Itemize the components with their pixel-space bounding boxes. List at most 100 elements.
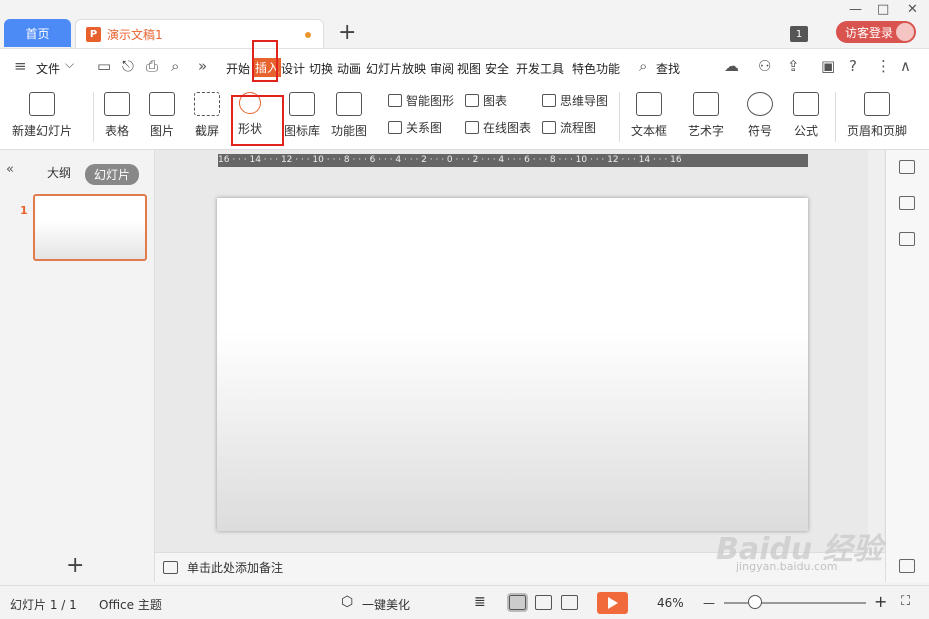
document-title: 演示文稿1 (107, 27, 163, 42)
tab-features[interactable]: 特色功能 (572, 60, 620, 77)
slide-canvas[interactable] (217, 198, 808, 531)
table-button[interactable]: 表格 (104, 92, 130, 139)
right-task-pane (885, 150, 929, 582)
zoom-slider[interactable] (724, 602, 866, 604)
properties-icon[interactable] (899, 160, 915, 174)
fit-window-icon[interactable]: ⛶ (901, 594, 910, 609)
relation-chart-button[interactable]: 关系图 (388, 119, 442, 136)
formula-button[interactable]: 公式 (793, 92, 819, 139)
play-slideshow-button[interactable] (597, 592, 628, 614)
tab-transition[interactable]: 切换 (309, 60, 333, 77)
notes-toggle-icon[interactable]: ≣ (474, 594, 486, 610)
zoom-level[interactable]: 46% (657, 596, 684, 610)
sorter-view-icon[interactable] (535, 595, 552, 610)
print-icon[interactable]: ⎙ (146, 57, 158, 75)
screenshot-button[interactable]: 截屏 (194, 92, 220, 139)
ribbon-divider (93, 92, 94, 142)
text-box-button[interactable]: 文本框 (631, 92, 667, 139)
function-chart-icon (336, 92, 362, 116)
online-chart-button[interactable]: 在线图表 (465, 119, 531, 136)
icon-library-button[interactable]: 图标库 (284, 92, 320, 139)
word-art-button[interactable]: 艺术字 (688, 92, 724, 139)
tab-slides[interactable]: 幻灯片 (85, 164, 140, 185)
chevron-down-icon[interactable]: ⌵ (65, 57, 74, 72)
ribbon-divider (835, 92, 836, 142)
add-slide-button[interactable]: + (66, 553, 84, 578)
flowchart-label: 流程图 (560, 121, 597, 135)
pi-icon (793, 92, 819, 116)
online-chart-label: 在线图表 (483, 121, 532, 135)
theme-name[interactable]: Office 主题 (99, 596, 162, 613)
tab-document[interactable]: P 演示文稿1 (75, 19, 324, 48)
zoom-out-button[interactable]: — (703, 596, 715, 610)
new-slide-icon (29, 92, 55, 116)
symbol-button[interactable]: 符号 (747, 92, 773, 139)
reading-view-icon[interactable] (561, 595, 578, 610)
mind-map-label: 思维导图 (560, 94, 609, 108)
animation-icon[interactable] (899, 196, 915, 210)
tab-security[interactable]: 安全 (485, 60, 509, 77)
share-icon[interactable]: ⇪ (787, 57, 800, 75)
zoom-slider-handle[interactable] (748, 595, 762, 609)
maximize-button[interactable]: □ (877, 2, 889, 17)
icon-library-label: 图标库 (284, 124, 321, 138)
presentation-icon: P (86, 26, 101, 42)
collapse-ribbon-icon[interactable]: ∧ (900, 57, 911, 75)
mind-map-button[interactable]: 思维导图 (542, 92, 608, 109)
function-chart-button[interactable]: 功能图 (331, 92, 367, 139)
comment-icon[interactable]: ▣ (821, 57, 835, 75)
grid-view-icon[interactable] (899, 559, 915, 573)
new-slide-button[interactable]: 新建幻灯片 (12, 92, 72, 139)
screenshot-label: 截屏 (194, 124, 219, 138)
normal-view-icon[interactable] (507, 593, 528, 612)
ribbon: 新建幻灯片 表格 图片 截屏 形状 图标库 功能图 智能图形 图表 关系图 在线… (0, 84, 929, 150)
slide-count: 幻灯片 1 / 1 (10, 598, 77, 612)
tab-outline[interactable]: 大纲 (47, 164, 71, 181)
cloud-icon[interactable]: ☁ (724, 57, 739, 75)
preview-icon[interactable]: ⌕ (171, 57, 179, 75)
tab-review[interactable]: 审阅 (430, 60, 454, 77)
search-label[interactable]: 查找 (656, 60, 680, 77)
smart-art-label: 智能图形 (406, 94, 455, 108)
minimize-button[interactable]: — (849, 2, 862, 17)
window-count-badge[interactable]: 1 (790, 26, 808, 42)
tab-home[interactable]: 首页 (4, 19, 71, 47)
word-art-icon (693, 92, 719, 116)
vertical-scrollbar[interactable] (868, 150, 884, 552)
header-footer-button[interactable]: 页眉和页脚 (847, 92, 907, 139)
screenshot-icon (194, 92, 220, 116)
file-menu[interactable]: 文件 (36, 60, 60, 77)
tab-view[interactable]: 视图 (457, 60, 481, 77)
tab-slideshow[interactable]: 幻灯片放映 (366, 60, 426, 77)
close-button[interactable]: ✕ (907, 2, 918, 17)
image-label: 图片 (149, 124, 174, 138)
zoom-in-button[interactable]: + (874, 592, 887, 611)
chart-button[interactable]: 图表 (465, 92, 507, 109)
header-footer-label: 页眉和页脚 (847, 124, 908, 138)
hamburger-icon[interactable]: ≡ (14, 57, 27, 75)
tab-animation[interactable]: 动画 (337, 60, 361, 77)
save-icon[interactable]: ▭ (97, 57, 111, 75)
new-tab-button[interactable]: + (338, 21, 356, 45)
one-click-beautify[interactable]: 一键美化 (362, 596, 410, 613)
collaborate-icon[interactable]: ⚇ (758, 57, 771, 75)
tab-start[interactable]: 开始 (226, 60, 250, 77)
collapse-pane-icon[interactable]: « (6, 162, 14, 177)
slide-thumbnail[interactable] (33, 194, 147, 261)
notes-placeholder: 单击此处添加备注 (187, 561, 284, 575)
tab-design[interactable]: 设计 (281, 60, 305, 77)
more-options-icon[interactable]: ⋮ (876, 57, 891, 75)
image-button[interactable]: 图片 (149, 92, 175, 139)
guest-login-button[interactable]: 访客登录 (836, 21, 916, 43)
search-icon[interactable]: ⌕ (639, 57, 647, 75)
beautify-icon[interactable]: ⬡ (341, 594, 353, 610)
flowchart-button[interactable]: 流程图 (542, 119, 596, 136)
new-slide-label: 新建幻灯片 (12, 124, 73, 138)
smart-art-button[interactable]: 智能图形 (388, 92, 454, 109)
more-quick-icon[interactable]: » (198, 57, 207, 75)
help-icon[interactable]: ? (849, 57, 857, 75)
tab-developer[interactable]: 开发工具 (516, 60, 564, 77)
avatar (896, 23, 914, 41)
export-icon[interactable]: ⎋ (122, 57, 134, 75)
transition-icon[interactable] (899, 232, 915, 246)
